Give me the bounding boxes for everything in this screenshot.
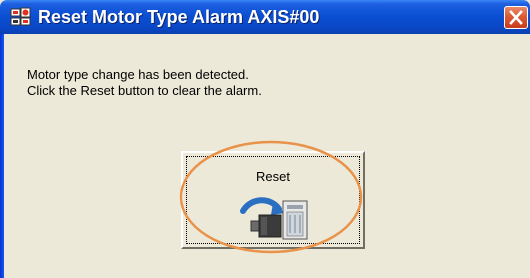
app-icon <box>10 7 31 26</box>
window-frame-left <box>0 34 4 278</box>
dialog-window: Reset Motor Type Alarm AXIS#00 Motor typ… <box>0 0 530 278</box>
window-title: Reset Motor Type Alarm AXIS#00 <box>38 7 320 27</box>
title-bar[interactable]: Reset Motor Type Alarm AXIS#00 <box>0 0 530 34</box>
message-line-2: Click the Reset button to clear the alar… <box>27 83 262 98</box>
close-button[interactable] <box>504 6 528 29</box>
motor-reset-icon <box>240 197 308 240</box>
reset-button[interactable]: Reset <box>181 151 365 249</box>
close-icon <box>509 10 523 25</box>
message-line-1: Motor type change has been detected. <box>27 67 249 82</box>
reset-button-label: Reset <box>256 169 290 184</box>
alarm-message: Motor type change has been detected. Cli… <box>27 67 262 99</box>
